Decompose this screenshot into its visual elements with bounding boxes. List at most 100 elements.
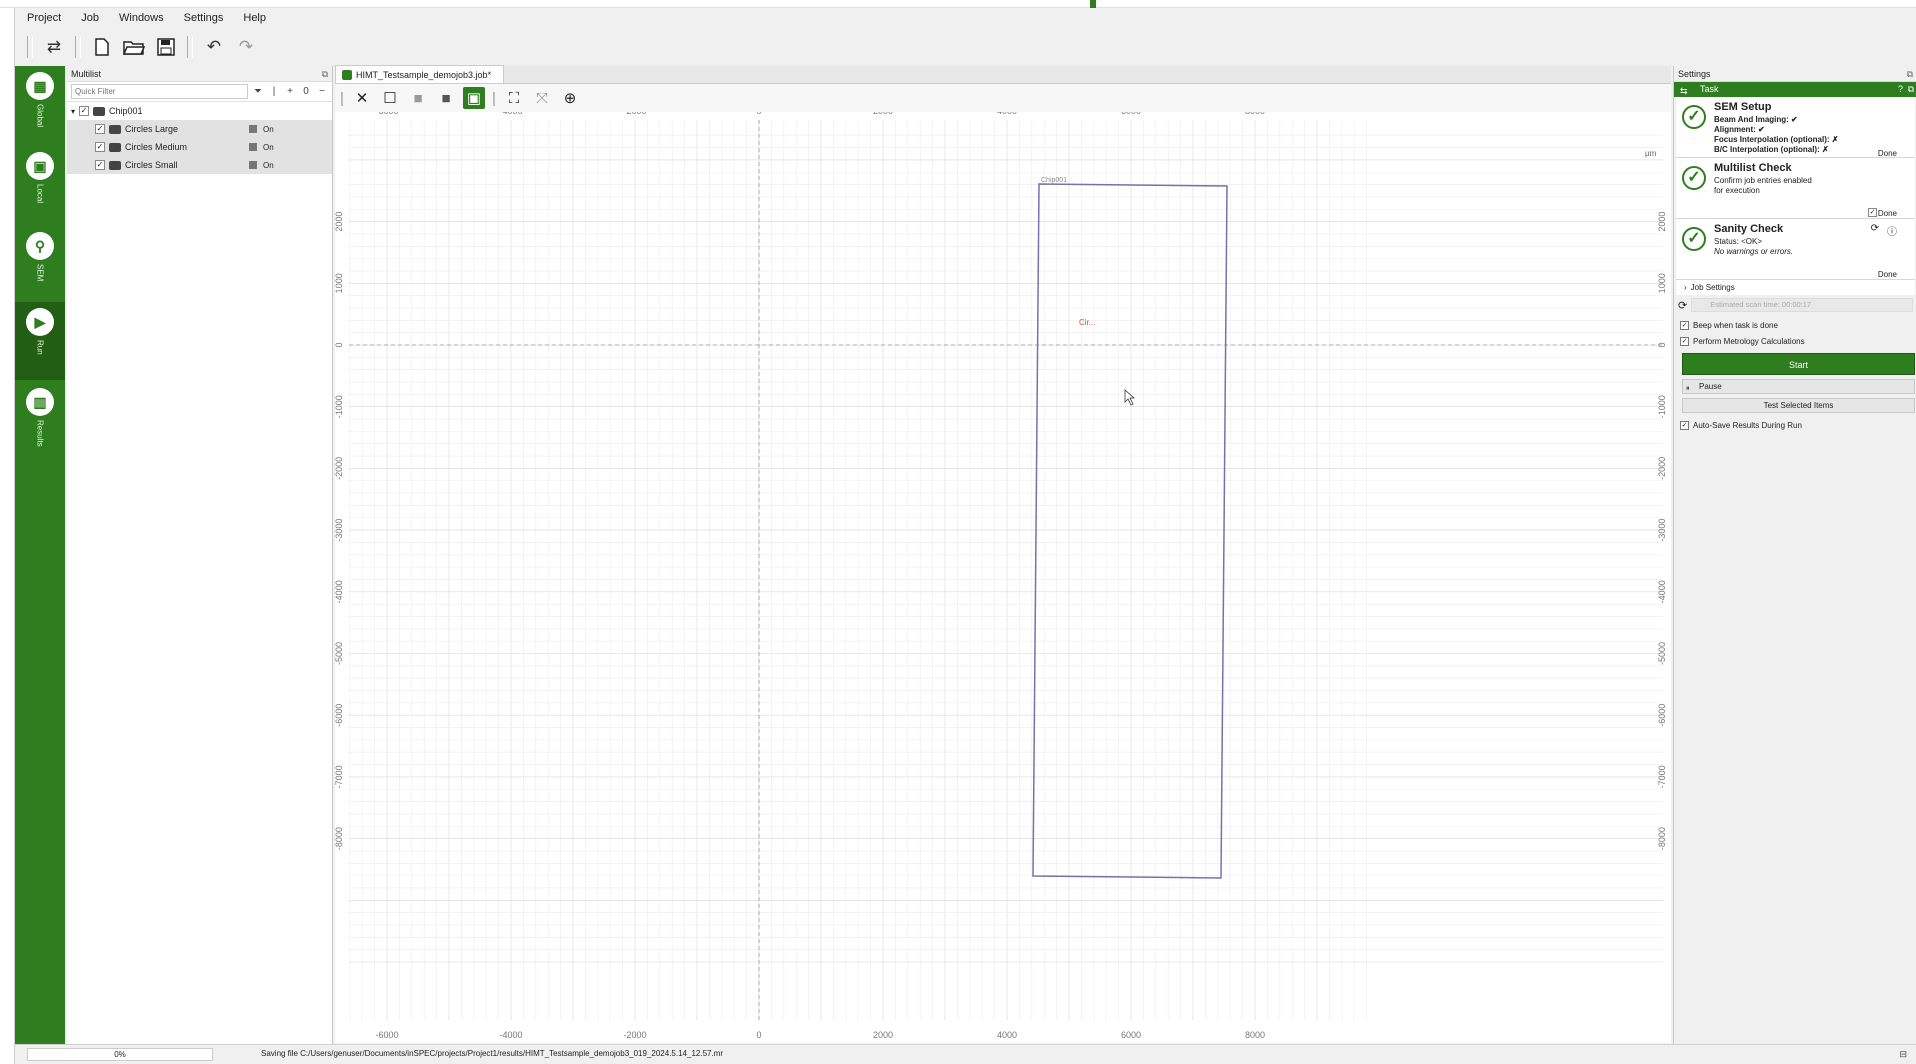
y-tick-label: -4000 xyxy=(1657,580,1667,603)
beep-option[interactable]: ✓ Beep when task is done xyxy=(1674,317,1916,333)
swap-icon[interactable]: ⇄ xyxy=(41,34,67,60)
redo-icon[interactable]: ↷ xyxy=(233,34,259,60)
y-tick-label: -8000 xyxy=(1657,827,1667,850)
step-line: Alignment: ✔ xyxy=(1714,125,1765,134)
done-checkbox[interactable]: ✓ xyxy=(1868,208,1877,217)
main-toolbar: ⇄ ↶ ↷ xyxy=(15,30,1916,64)
x-tick-label: 6000 xyxy=(1121,1030,1141,1040)
checkbox[interactable]: ✓ xyxy=(95,124,105,134)
tree-item-label: Circles Small xyxy=(125,160,178,170)
x-tick-label: 4000 xyxy=(997,1030,1017,1040)
pause-button[interactable]: ⏸ Pause xyxy=(1682,379,1915,394)
step-title: SEM Setup xyxy=(1714,101,1772,113)
step-line: Confirm job entries enabled xyxy=(1714,176,1812,185)
toolbar-grip: | xyxy=(340,89,344,107)
undock-icon[interactable]: ⧉ xyxy=(1907,66,1913,82)
list-item[interactable]: ✓ Circles Large On xyxy=(67,120,332,138)
x-tick-label: -4000 xyxy=(499,1030,522,1040)
camera-icon xyxy=(109,142,121,152)
rectangle-outline-icon[interactable]: ☐ xyxy=(379,87,401,109)
state-toggle[interactable] xyxy=(249,143,257,151)
menu-windows[interactable]: Windows xyxy=(119,12,164,24)
step-title: Multilist Check xyxy=(1714,162,1792,174)
y-tick-label: -8000 xyxy=(335,827,344,850)
tree-item-label: Circles Medium xyxy=(125,142,188,152)
new-file-icon[interactable] xyxy=(89,34,115,60)
rectangle-solid-icon[interactable]: ■ xyxy=(435,87,457,109)
start-button[interactable]: Start xyxy=(1682,353,1915,375)
checkbox[interactable]: ✓ xyxy=(95,142,105,152)
metrology-option[interactable]: ✓ Perform Metrology Calculations xyxy=(1674,333,1916,349)
job-settings-label: Job Settings xyxy=(1690,283,1735,292)
refresh-icon[interactable]: ⟳ xyxy=(1871,223,1879,234)
y-tick-label: -4000 xyxy=(335,580,344,603)
filter-row: ⏷ | + 0 − xyxy=(67,82,332,102)
sidebar-item-label: Run xyxy=(35,340,45,355)
tab-job[interactable]: HIMT_Testsample_demojob3.job* xyxy=(335,65,505,83)
list-item[interactable]: ✓ Circles Small On xyxy=(67,156,332,174)
checkbox[interactable]: ✓ xyxy=(79,106,90,116)
measurement-marker[interactable]: Cir... xyxy=(1079,318,1095,327)
checkbox[interactable]: ✓ xyxy=(1680,320,1689,330)
tree-root-chip[interactable]: ▾ ✓ Chip001 xyxy=(67,102,332,120)
list-item[interactable]: ✓ Circles Medium On xyxy=(67,138,332,156)
checkbox[interactable]: ✓ xyxy=(95,160,105,170)
filter-icon[interactable]: ⏷ xyxy=(252,86,264,97)
x-tick-label: 4000 xyxy=(997,112,1017,116)
job-tabbar: HIMT_Testsample_demojob3.job* xyxy=(335,65,1671,84)
test-selected-button[interactable]: Test Selected Items xyxy=(1682,398,1915,413)
chevron-down-icon[interactable]: ▾ xyxy=(71,107,75,116)
checkbox[interactable]: ✓ xyxy=(1680,420,1689,430)
rectangle-filled-icon[interactable]: ■ xyxy=(407,87,429,109)
save-icon[interactable] xyxy=(153,34,179,60)
task-header: ⇆ Task ? ⧉ xyxy=(1674,82,1916,97)
y-tick-label: -7000 xyxy=(335,765,344,788)
sidebar-item-run[interactable]: ▶ Run xyxy=(15,302,65,380)
undo-icon[interactable]: ↶ xyxy=(201,34,227,60)
menu-job[interactable]: Job xyxy=(81,12,99,24)
global-icon: ▦ xyxy=(26,72,54,100)
y-tick-label: -3000 xyxy=(335,519,344,542)
sanity-status: Status: <OK> xyxy=(1714,237,1763,246)
job-settings-expander[interactable]: › Job Settings xyxy=(1676,280,1915,295)
sidebar-item-results[interactable]: ▥ Results xyxy=(15,382,65,460)
job-canvas[interactable]: -6000 -6000 -4000 -4000 -2000 -2000 0 0 2000 2000… xyxy=(335,112,1671,1042)
delete-icon[interactable]: ✕ xyxy=(351,87,373,109)
menu-project[interactable]: Project xyxy=(27,12,61,24)
item-counter: 0 xyxy=(303,86,309,97)
info-icon[interactable]: ⓘ xyxy=(1887,223,1897,238)
menu-settings[interactable]: Settings xyxy=(184,12,224,24)
autosave-option[interactable]: ✓ Auto-Save Results During Run xyxy=(1674,417,1916,433)
refresh-icon[interactable]: ⟳ xyxy=(1678,299,1687,312)
add-icon[interactable]: + xyxy=(284,86,296,97)
sidebar-item-local[interactable]: ▣ Local xyxy=(15,146,65,224)
state-toggle[interactable] xyxy=(249,125,257,133)
toolbar-separator xyxy=(75,36,81,58)
task-label: Task xyxy=(1700,84,1719,94)
sidebar-item-global[interactable]: ▦ Global xyxy=(15,66,65,144)
state-toggle[interactable] xyxy=(249,161,257,169)
open-folder-icon[interactable] xyxy=(121,34,147,60)
quick-filter-input[interactable] xyxy=(71,84,248,99)
checkbox[interactable]: ✓ xyxy=(1680,336,1689,346)
zoom-icon[interactable]: ⊕ xyxy=(559,87,581,109)
mode-sidebar: ▦ Global ▣ Local ⚲ SEM ▶ Run ▥ Results xyxy=(15,66,65,1044)
tree-item-label: Chip001 xyxy=(109,106,143,116)
fit-view-icon[interactable]: ⛶ xyxy=(503,87,525,109)
x-tick-label: -6000 xyxy=(375,112,398,116)
menu-help[interactable]: Help xyxy=(243,12,266,24)
window-top-strip xyxy=(0,0,1916,8)
undock-icon[interactable]: ⧉ xyxy=(1908,82,1914,97)
undock-icon[interactable]: ⧉ xyxy=(322,66,328,82)
log-icon[interactable]: ⊟ xyxy=(1899,1049,1907,1060)
zoom-extents-icon[interactable]: ⤧ xyxy=(531,87,553,109)
step-line: B/C Interpolation (optional): ✗ xyxy=(1714,145,1829,154)
job-panel: HIMT_Testsample_demojob3.job* | ✕ ☐ ■ ■ … xyxy=(335,65,1671,1044)
help-icon[interactable]: ? xyxy=(1898,82,1903,97)
layers-icon[interactable]: ▣ xyxy=(463,87,485,109)
sem-icon: ⚲ xyxy=(26,232,54,260)
remove-icon[interactable]: − xyxy=(316,86,328,97)
step-line: Beam And Imaging: ✔ xyxy=(1714,115,1798,124)
sidebar-item-sem[interactable]: ⚲ SEM xyxy=(15,226,65,304)
sidebar-item-label: Global xyxy=(35,104,45,128)
